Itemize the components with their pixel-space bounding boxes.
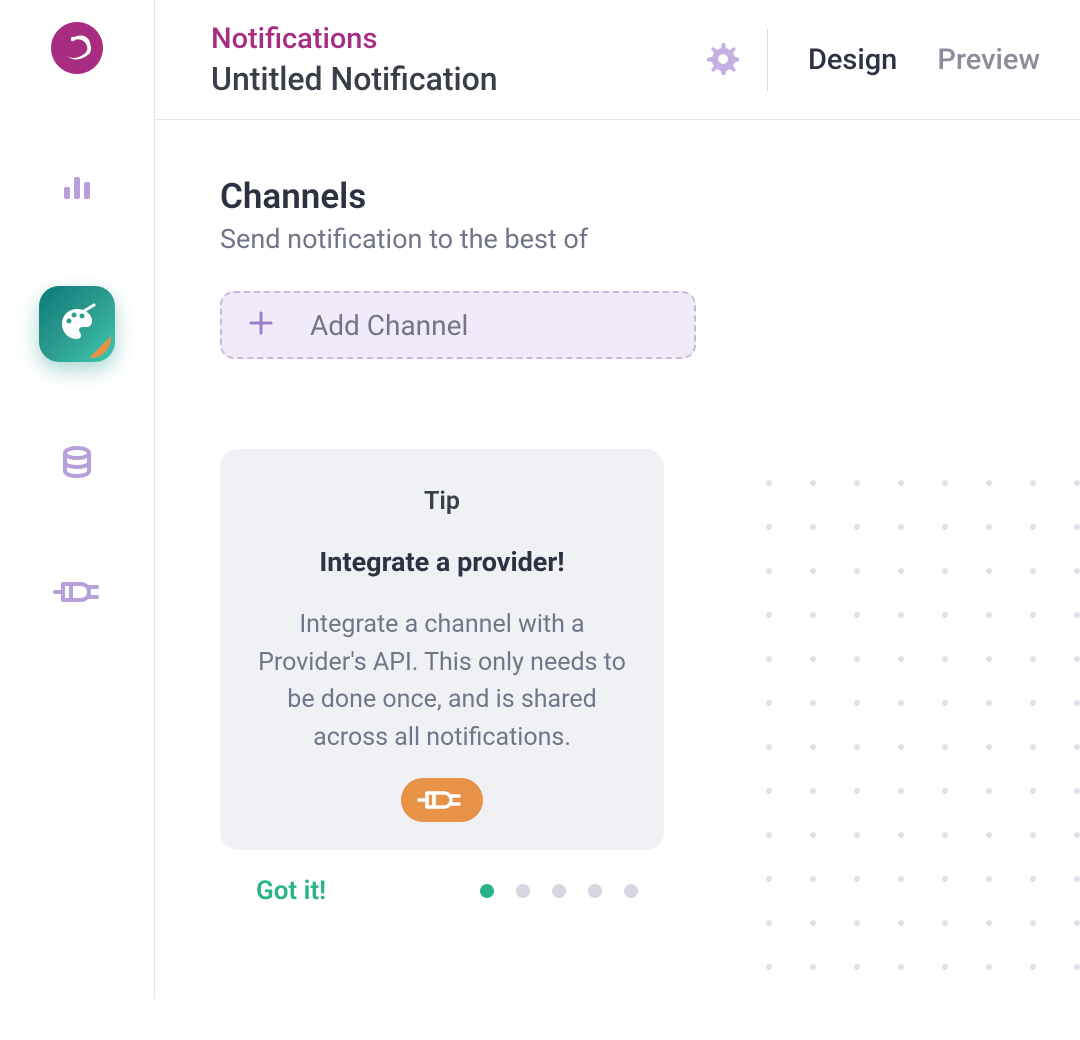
page-title: Untitled Notification — [211, 60, 705, 98]
tab-design[interactable]: Design — [808, 43, 897, 77]
nav-item-integrations[interactable] — [47, 562, 107, 622]
gear-icon — [705, 41, 739, 75]
nav-item-data[interactable] — [47, 432, 107, 492]
header: Notifications Untitled Notification Desi… — [155, 0, 1080, 120]
database-icon — [59, 444, 95, 480]
tip-label: Tip — [252, 487, 632, 516]
tab-preview[interactable]: Preview — [937, 43, 1040, 77]
analytics-icon — [60, 169, 94, 203]
header-left: Notifications Untitled Notification — [211, 22, 705, 98]
section-subtitle: Send notification to the best of — [220, 223, 1024, 255]
nav-item-analytics[interactable] — [47, 156, 107, 216]
pager-dot-3[interactable] — [552, 884, 566, 898]
content: Channels Send notification to the best o… — [155, 120, 1080, 906]
pager-dot-2[interactable] — [516, 884, 530, 898]
pager-dot-1[interactable] — [480, 884, 494, 898]
plug-icon — [417, 787, 467, 813]
palette-icon — [56, 303, 98, 345]
nav-item-designer[interactable] — [39, 286, 115, 362]
section-title: Channels — [220, 176, 1024, 217]
tip-integration-badge[interactable] — [401, 778, 483, 822]
tip-body: Integrate a channel with a Provider's AP… — [252, 606, 632, 756]
settings-button[interactable] — [705, 41, 739, 79]
plug-icon — [53, 577, 101, 607]
breadcrumb[interactable]: Notifications — [211, 22, 705, 56]
main-area: Notifications Untitled Notification Desi… — [155, 0, 1080, 999]
got-it-button[interactable]: Got it! — [256, 876, 326, 906]
tabs: Design Preview — [808, 43, 1040, 77]
pager-dot-5[interactable] — [624, 884, 638, 898]
tip-card: Tip Integrate a provider! Integrate a ch… — [220, 449, 664, 850]
pager-dot-4[interactable] — [588, 884, 602, 898]
sidebar — [0, 0, 155, 999]
logo — [49, 20, 105, 76]
add-channel-button[interactable]: Add Channel — [220, 291, 696, 359]
nav-items — [39, 156, 115, 622]
background-dots — [680, 480, 1080, 1040]
tip-pager — [480, 884, 638, 898]
tip-title: Integrate a provider! — [252, 546, 632, 578]
header-divider — [767, 29, 768, 91]
add-channel-label: Add Channel — [310, 309, 468, 342]
tip-footer: Got it! — [220, 876, 664, 906]
plus-icon — [248, 310, 274, 340]
